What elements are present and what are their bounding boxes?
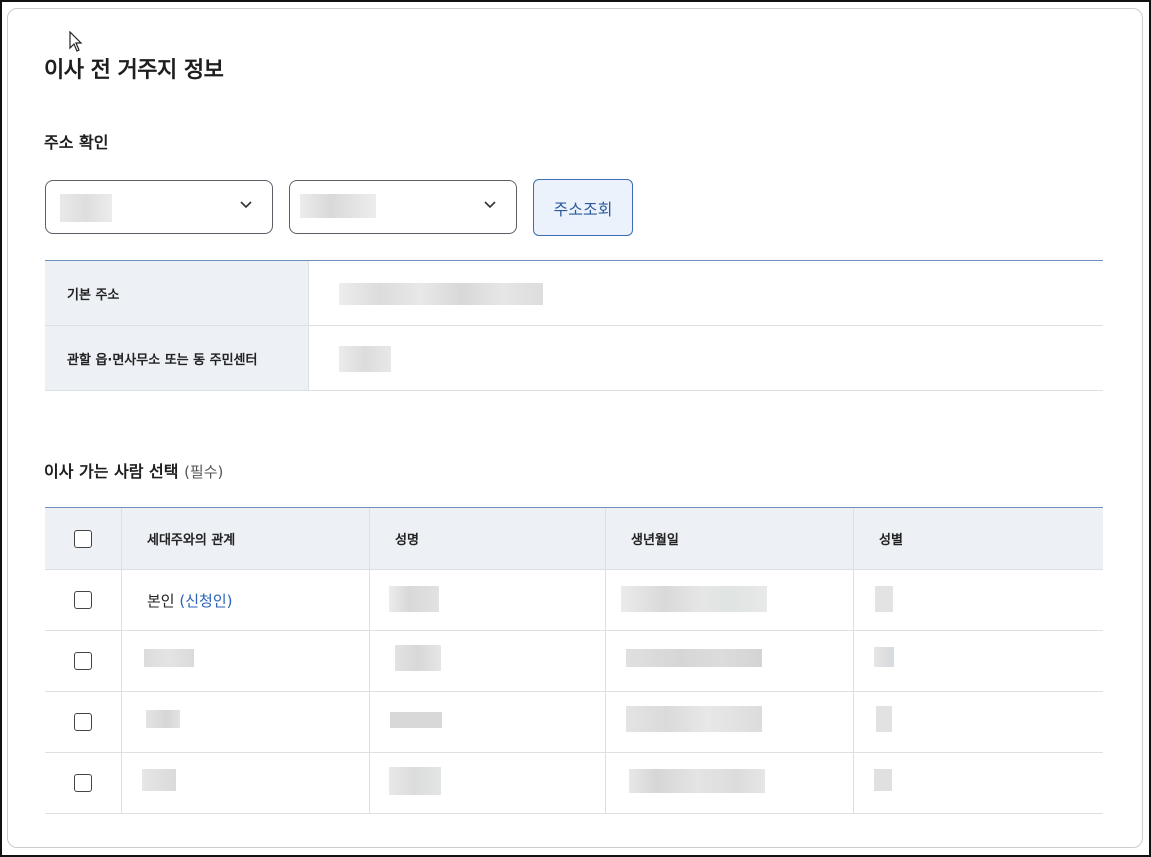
gender-redacted xyxy=(874,647,894,667)
jurisdiction-office-row: 관할 읍·면사무소 또는 동 주민센터 xyxy=(45,326,1103,391)
row-checkbox[interactable] xyxy=(74,652,92,670)
table-row xyxy=(45,753,1103,814)
required-label: (필수) xyxy=(184,463,224,481)
table-row xyxy=(45,631,1103,692)
address-search-button[interactable]: 주소조회 xyxy=(533,179,633,236)
province-select[interactable] xyxy=(45,180,273,234)
col-relation: 세대주와의 관계 xyxy=(122,508,370,569)
col-gender: 성별 xyxy=(879,533,903,548)
row-checkbox[interactable] xyxy=(74,591,92,609)
jurisdiction-office-label: 관할 읍·면사무소 또는 동 주민센터 xyxy=(45,326,309,390)
birthdate-redacted xyxy=(629,769,765,793)
mover-select-heading: 이사 가는 사람 선택 (필수) xyxy=(44,458,223,482)
address-info-table: 기본 주소 관할 읍·면사무소 또는 동 주민센터 xyxy=(45,260,1103,391)
address-check-heading: 주소 확인 xyxy=(44,133,109,152)
applicant-tag: (신청인) xyxy=(179,591,233,610)
relation-cell: 본인 (신청인) xyxy=(147,591,233,610)
birthdate-redacted xyxy=(626,706,762,732)
name-redacted xyxy=(395,645,441,671)
gender-redacted xyxy=(874,769,892,791)
selected-value-redacted xyxy=(300,194,376,218)
table-header-row: 세대주와의 관계 성명 생년월일 성별 xyxy=(45,508,1103,570)
gender-redacted xyxy=(876,706,892,732)
table-row: 본인 (신청인) xyxy=(45,570,1103,631)
name-redacted xyxy=(390,712,442,728)
basic-address-label: 기본 주소 xyxy=(45,261,309,325)
selected-value-redacted xyxy=(60,194,112,222)
mover-table: 세대주와의 관계 성명 생년월일 성별 본인 (신청인) xyxy=(45,507,1103,814)
relation-redacted xyxy=(144,649,194,667)
chevron-down-icon xyxy=(484,201,496,209)
row-checkbox[interactable] xyxy=(74,713,92,731)
col-name: 성명 xyxy=(370,508,606,569)
birthdate-redacted xyxy=(626,649,762,667)
table-row xyxy=(45,692,1103,753)
name-redacted xyxy=(389,586,439,612)
gender-redacted xyxy=(875,586,893,612)
relation-redacted xyxy=(142,769,176,791)
district-select[interactable] xyxy=(289,180,517,234)
col-birthdate: 생년월일 xyxy=(606,508,854,569)
relation-redacted xyxy=(146,710,180,728)
basic-address-value xyxy=(309,261,1103,325)
basic-address-row: 기본 주소 xyxy=(45,261,1103,326)
jurisdiction-office-value xyxy=(309,326,1103,390)
chevron-down-icon xyxy=(240,201,252,209)
select-all-cell xyxy=(45,508,122,569)
page-title: 이사 전 거주지 정보 xyxy=(44,58,224,83)
row-checkbox[interactable] xyxy=(74,774,92,792)
birthdate-redacted xyxy=(621,586,767,612)
select-all-checkbox[interactable] xyxy=(74,529,92,548)
cursor-icon xyxy=(69,31,83,52)
name-redacted xyxy=(389,767,441,795)
mover-heading-text: 이사 가는 사람 선택 xyxy=(44,462,179,481)
